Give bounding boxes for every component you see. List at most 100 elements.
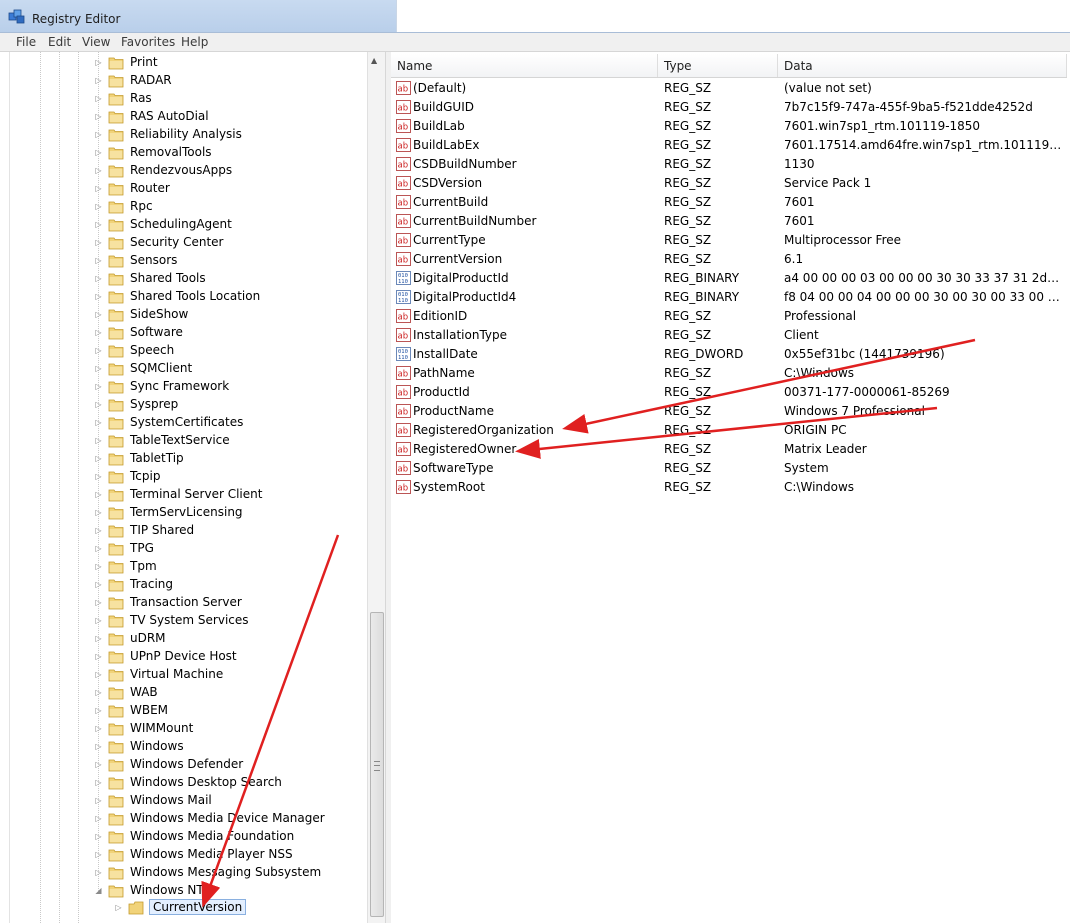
tree-node-windows[interactable]: ▷ Windows xyxy=(0,738,368,756)
tree-node-tv-system-services[interactable]: ▷ TV System Services xyxy=(0,612,368,630)
tree-node-virtual-machine[interactable]: ▷ Virtual Machine xyxy=(0,666,368,684)
tree-node-tpg[interactable]: ▷ TPG xyxy=(0,540,368,558)
expand-icon[interactable]: ▷ xyxy=(94,651,103,662)
value-row[interactable]: ab EditionID REG_SZ Professional xyxy=(391,307,1067,326)
expand-icon[interactable]: ▷ xyxy=(94,363,103,374)
tree-node-tracing[interactable]: ▷ Tracing xyxy=(0,576,368,594)
expand-icon[interactable]: ▷ xyxy=(94,345,103,356)
value-row[interactable]: ab (Default) REG_SZ (value not set) xyxy=(391,79,1067,98)
expand-icon[interactable]: ▷ xyxy=(94,579,103,590)
tree-node-windows-media-foundation[interactable]: ▷ Windows Media Foundation xyxy=(0,828,368,846)
tree-node-sideshow[interactable]: ▷ SideShow xyxy=(0,306,368,324)
expand-icon[interactable]: ▷ xyxy=(94,255,103,266)
tree-node-schedulingagent[interactable]: ▷ SchedulingAgent xyxy=(0,216,368,234)
tree-node-removaltools[interactable]: ▷ RemovalTools xyxy=(0,144,368,162)
tree-node-router[interactable]: ▷ Router xyxy=(0,180,368,198)
scroll-up-icon[interactable]: ▲ xyxy=(371,56,377,65)
menu-favorites[interactable]: Favorites xyxy=(121,35,175,49)
tree-scrollbar[interactable]: ▲ xyxy=(367,52,385,923)
expand-icon[interactable]: ▷ xyxy=(94,543,103,554)
expand-icon[interactable]: ▷ xyxy=(94,813,103,824)
expand-icon[interactable]: ▷ xyxy=(94,147,103,158)
menu-help[interactable]: Help xyxy=(181,35,208,49)
tree-node-radar[interactable]: ▷ RADAR xyxy=(0,72,368,90)
value-row[interactable]: ab BuildLab REG_SZ 7601.win7sp1_rtm.101119-… xyxy=(391,117,1067,136)
expand-icon[interactable]: ▷ xyxy=(94,687,103,698)
expand-icon[interactable]: ▷ xyxy=(94,111,103,122)
tree-node-upnp-device-host[interactable]: ▷ UPnP Device Host xyxy=(0,648,368,666)
expand-icon[interactable]: ▷ xyxy=(94,237,103,248)
tree-node-systemcertificates[interactable]: ▷ SystemCertificates xyxy=(0,414,368,432)
tree-node-tablettip[interactable]: ▷ TabletTip xyxy=(0,450,368,468)
tree-node-sync-framework[interactable]: ▷ Sync Framework xyxy=(0,378,368,396)
expand-icon[interactable]: ▷ xyxy=(94,489,103,500)
value-row[interactable]: ab ProductId REG_SZ 00371-177-0000061-85269 xyxy=(391,383,1067,402)
value-row[interactable]: 010 110 DigitalProductId4 REG_BINARY f8 04 0… xyxy=(391,288,1067,307)
expand-icon[interactable]: ▷ xyxy=(94,615,103,626)
expand-icon[interactable]: ▷ xyxy=(94,633,103,644)
expand-icon[interactable]: ▷ xyxy=(94,381,103,392)
expand-icon[interactable]: ▷ xyxy=(94,867,103,878)
tree-node-transaction-server[interactable]: ▷ Transaction Server xyxy=(0,594,368,612)
tree-node-windows-nt[interactable]: ◢ Windows NT xyxy=(0,882,368,900)
expand-icon[interactable]: ▷ xyxy=(94,129,103,140)
menu-view[interactable]: View xyxy=(82,35,110,49)
tree-node-wimmount[interactable]: ▷ WIMMount xyxy=(0,720,368,738)
tree-node-security-center[interactable]: ▷ Security Center xyxy=(0,234,368,252)
expand-icon[interactable]: ▷ xyxy=(94,777,103,788)
value-row[interactable]: ab CurrentType REG_SZ Multiprocessor Free xyxy=(391,231,1067,250)
expand-icon[interactable]: ▷ xyxy=(94,75,103,86)
value-row[interactable]: ab InstallationType REG_SZ Client xyxy=(391,326,1067,345)
tree-node-terminal-server-client[interactable]: ▷ Terminal Server Client xyxy=(0,486,368,504)
expand-icon[interactable]: ▷ xyxy=(94,705,103,716)
value-row[interactable]: ab CSDBuildNumber REG_SZ 1130 xyxy=(391,155,1067,174)
tree-node-print[interactable]: ▷ Print xyxy=(0,54,368,72)
expand-icon[interactable]: ▷ xyxy=(94,417,103,428)
column-name[interactable]: Name xyxy=(391,54,658,77)
tree-node-windows-messaging-subsystem[interactable]: ▷ Windows Messaging Subsystem xyxy=(0,864,368,882)
expand-icon[interactable]: ▷ xyxy=(94,165,103,176)
expand-icon[interactable]: ▷ xyxy=(94,435,103,446)
expand-icon[interactable]: ▷ xyxy=(94,471,103,482)
value-row[interactable]: ab CurrentBuildNumber REG_SZ 7601 xyxy=(391,212,1067,231)
expand-icon[interactable]: ◢ xyxy=(94,885,103,896)
tree-node-currentversion[interactable]: ▷ CurrentVersion xyxy=(0,899,368,917)
tree-node-windows-media-player-nss[interactable]: ▷ Windows Media Player NSS xyxy=(0,846,368,864)
menu-edit[interactable]: Edit xyxy=(48,35,71,49)
expand-icon[interactable]: ▷ xyxy=(94,831,103,842)
tree-node-windows-defender[interactable]: ▷ Windows Defender xyxy=(0,756,368,774)
expand-icon[interactable]: ▷ xyxy=(94,507,103,518)
value-row[interactable]: ab CSDVersion REG_SZ Service Pack 1 xyxy=(391,174,1067,193)
values-list[interactable]: Name Type Data ab (Default) REG_SZ (value n… xyxy=(391,52,1070,923)
tree-node-windows-media-device-manager[interactable]: ▷ Windows Media Device Manager xyxy=(0,810,368,828)
tree-node-software[interactable]: ▷ Software xyxy=(0,324,368,342)
tree-node-sysprep[interactable]: ▷ Sysprep xyxy=(0,396,368,414)
expand-icon[interactable]: ▷ xyxy=(94,201,103,212)
column-type[interactable]: Type xyxy=(658,54,778,77)
expand-icon[interactable]: ▷ xyxy=(94,849,103,860)
expand-icon[interactable]: ▷ xyxy=(94,291,103,302)
expand-icon[interactable]: ▷ xyxy=(94,309,103,320)
value-row[interactable]: ab SoftwareType REG_SZ System xyxy=(391,459,1067,478)
expand-icon[interactable]: ▷ xyxy=(94,93,103,104)
expand-icon[interactable]: ▷ xyxy=(94,219,103,230)
value-row[interactable]: ab CurrentBuild REG_SZ 7601 xyxy=(391,193,1067,212)
tree-node-wab[interactable]: ▷ WAB xyxy=(0,684,368,702)
expand-icon[interactable]: ▷ xyxy=(94,597,103,608)
value-row[interactable]: 010 110 InstallDate REG_DWORD 0x55ef31bc (14… xyxy=(391,345,1067,364)
tree-node-sensors[interactable]: ▷ Sensors xyxy=(0,252,368,270)
expand-icon[interactable]: ▷ xyxy=(94,669,103,680)
tree-node-tip-shared[interactable]: ▷ TIP Shared xyxy=(0,522,368,540)
expand-icon[interactable]: ▷ xyxy=(94,741,103,752)
expand-icon[interactable]: ▷ xyxy=(94,399,103,410)
value-row[interactable]: ab RegisteredOwner REG_SZ Matrix Leader xyxy=(391,440,1067,459)
value-row[interactable]: ab BuildLabEx REG_SZ 7601.17514.amd64fre.wi… xyxy=(391,136,1067,155)
tree-node-tpm[interactable]: ▷ Tpm xyxy=(0,558,368,576)
column-data[interactable]: Data xyxy=(778,54,1067,77)
expand-icon[interactable]: ▷ xyxy=(94,273,103,284)
expand-icon[interactable]: ▷ xyxy=(94,327,103,338)
tree-node-speech[interactable]: ▷ Speech xyxy=(0,342,368,360)
expand-icon[interactable]: ▷ xyxy=(94,759,103,770)
tree-node-ras-autodial[interactable]: ▷ RAS AutoDial xyxy=(0,108,368,126)
expand-icon[interactable]: ▷ xyxy=(94,183,103,194)
